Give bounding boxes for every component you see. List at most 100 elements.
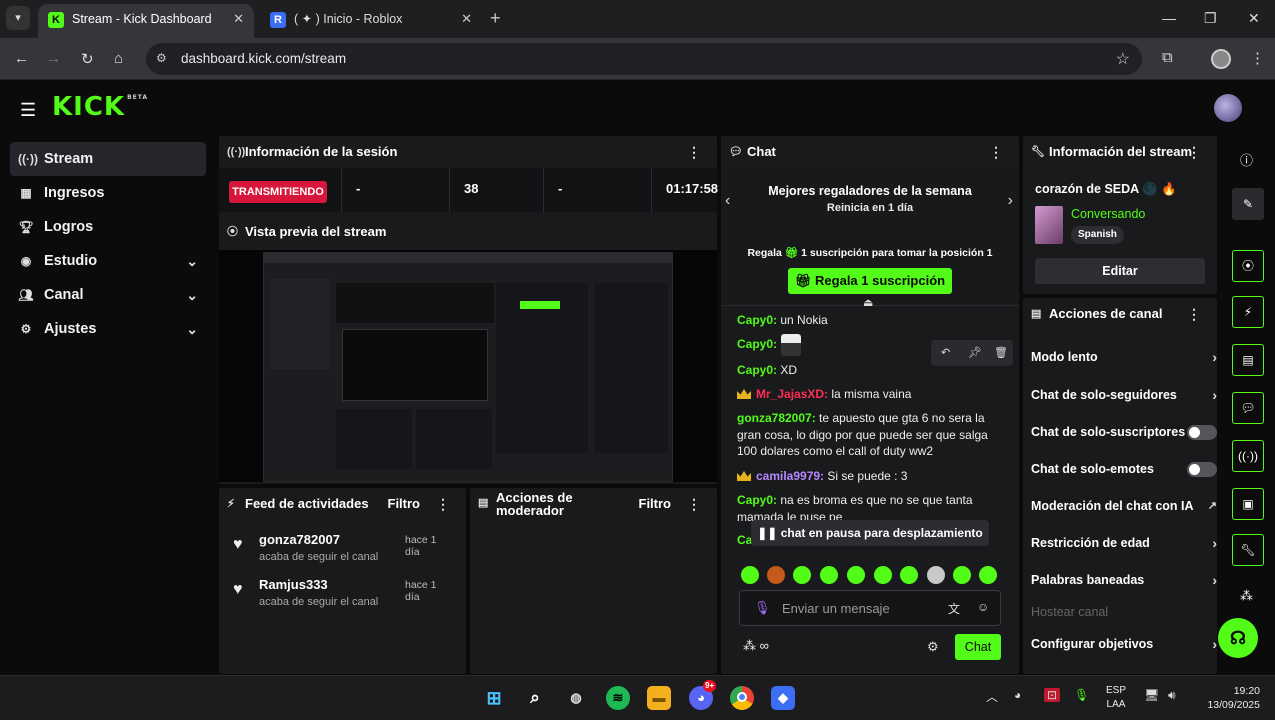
system-clock[interactable]: 19:20 13/09/2025 <box>1196 684 1260 712</box>
chat-username[interactable]: gonza782007: <box>737 411 816 425</box>
chat-username[interactable]: camila9979: <box>756 469 824 483</box>
chat-username[interactable]: Capy0: <box>737 337 777 351</box>
new-tab-icon[interactable]: + <box>490 8 501 29</box>
emotes-only-toggle[interactable] <box>1187 462 1217 477</box>
more-options-icon[interactable]: ⋮ <box>436 488 450 520</box>
stream-preview[interactable] <box>219 250 717 482</box>
network-icon[interactable]: 🖥︎ <box>1144 688 1159 702</box>
discord-icon[interactable]: ◕ 9+ <box>689 680 717 710</box>
tray-chevron-icon[interactable]: ︿ <box>986 688 998 705</box>
window-close-icon[interactable]: ✕ <box>1248 10 1260 27</box>
filter-button[interactable]: Filtro <box>639 496 672 511</box>
tab-kick-dashboard[interactable]: K Stream - Kick Dashboard ✕ <box>38 4 254 38</box>
pin-icon[interactable]: 📌︎ <box>968 346 982 359</box>
apps-icon[interactable]: ⁂ <box>1240 588 1253 604</box>
sidebar-item-estudio[interactable]: ◉ Estudio ⌄ <box>10 244 206 278</box>
camera-icon[interactable]: ⦿ <box>1232 250 1264 282</box>
reload-icon[interactable]: ↻ <box>81 50 94 68</box>
user-avatar[interactable] <box>1214 94 1242 122</box>
sidebar-item-stream[interactable]: ((·)) Stream <box>10 142 206 176</box>
more-options-icon[interactable]: ⋮ <box>1187 298 1201 330</box>
undo-icon[interactable]: ↶ <box>941 346 950 359</box>
more-options-icon[interactable]: ⋮ <box>989 136 1003 168</box>
tab-roblox[interactable]: R ( ✦ ) Inicio - Roblox ✕ <box>260 4 482 38</box>
discord-tray-icon[interactable]: ◕ <box>1014 688 1021 702</box>
edit-stream-button[interactable]: Editar <box>1035 258 1205 284</box>
home-icon[interactable]: ⌂ <box>114 50 123 67</box>
folder-icon[interactable]: ▬ <box>647 686 671 710</box>
emote-icon[interactable] <box>953 566 971 584</box>
tab-search-icon[interactable]: ▾ <box>6 6 30 30</box>
chat-paused-banner[interactable]: ❚❚ chat en pausa para desplazamiento <box>751 520 989 546</box>
broadcast-icon[interactable]: ((·)) <box>1232 440 1264 472</box>
chat-settings-icon[interactable]: ⚙ <box>927 639 939 655</box>
maximize-icon[interactable]: ❐ <box>1204 10 1217 27</box>
emote-icon[interactable] <box>927 566 945 584</box>
close-icon[interactable]: ✕ <box>233 4 244 34</box>
sidebar-item-logros[interactable]: 🏆︎ Logros <box>10 210 206 244</box>
layout-icon[interactable]: ▣ <box>1232 488 1264 520</box>
stream-category[interactable]: Conversando <box>1071 207 1145 221</box>
action-ai-moderation[interactable]: Moderación del chat con IA ↗ <box>1031 496 1217 516</box>
document-icon[interactable]: ▤ <box>1232 344 1264 376</box>
emote-icon[interactable] <box>820 566 838 584</box>
chat-bubble-icon[interactable]: 💬︎ <box>1232 392 1264 424</box>
trash-icon[interactable]: 🗑︎ <box>994 346 1008 359</box>
windows-start-icon[interactable]: ⊞ <box>482 686 506 710</box>
subscribers-only-toggle[interactable] <box>1187 425 1217 440</box>
points-icon[interactable]: ⁂ ∞ <box>743 638 769 654</box>
hamburger-menu-icon[interactable]: ☰ <box>20 100 36 121</box>
more-options-icon[interactable]: ⋮ <box>687 496 701 513</box>
emote-icon[interactable] <box>874 566 892 584</box>
feed-username[interactable]: gonza782007 <box>259 532 340 547</box>
profile-avatar[interactable] <box>1211 49 1231 69</box>
url-input[interactable]: ⚙ dashboard.kick.com/stream ☆ <box>146 43 1142 75</box>
action-banned-words[interactable]: Palabras baneadas › <box>1031 570 1217 590</box>
back-icon[interactable]: ← <box>14 50 29 67</box>
keyboard-layout[interactable]: ESP LAA <box>1106 684 1126 712</box>
sidebar-item-ingresos[interactable]: ▦ Ingresos <box>10 176 206 210</box>
action-followers-only[interactable]: Chat de solo-seguidores › <box>1031 385 1217 405</box>
spotify-icon[interactable]: ≋ <box>606 686 630 710</box>
action-age-restriction[interactable]: Restricción de edad › <box>1031 533 1217 553</box>
emoji-icon[interactable]: ☺ <box>977 600 989 614</box>
support-headset-icon[interactable]: ☊ <box>1218 618 1258 658</box>
more-options-icon[interactable]: ⋮ <box>1187 136 1201 168</box>
roblox-icon[interactable]: ◆ <box>771 686 795 710</box>
chat-message-input[interactable]: 🎙︎ Enviar un mensaje 文 ☺ <box>739 590 1001 626</box>
chat-username[interactable]: Capy0: <box>737 313 777 327</box>
action-slow-mode[interactable]: Modo lento › <box>1031 347 1217 367</box>
emote-icon[interactable] <box>767 566 785 584</box>
sidebar-item-ajustes[interactable]: ⚙ Ajustes ⌄ <box>10 312 206 346</box>
emote-icon[interactable] <box>793 566 811 584</box>
microphone-icon[interactable]: 🎙︎ <box>754 600 771 616</box>
sidebar-item-canal[interactable]: 👥︎ Canal ⌄ <box>10 278 206 312</box>
forward-icon[interactable]: → <box>46 50 61 67</box>
search-icon[interactable]: ⌕ <box>523 686 547 710</box>
chat-username[interactable]: Mr_JajasXD: <box>756 387 828 401</box>
send-chat-button[interactable]: Chat <box>955 634 1001 660</box>
volume-icon[interactable]: 🔊︎ <box>1168 688 1176 703</box>
emote-icon[interactable] <box>900 566 918 584</box>
browser-menu-icon[interactable]: ⋮ <box>1250 49 1265 67</box>
feed-username[interactable]: Ramjus333 <box>259 577 328 592</box>
edit-pencil-icon[interactable]: ✎ <box>1232 188 1264 220</box>
kick-logo[interactable]: KICK BETA <box>52 92 148 122</box>
app-icon[interactable]: ◍ <box>564 686 588 710</box>
more-options-icon[interactable]: ⋮ <box>687 136 701 168</box>
emote-icon[interactable] <box>847 566 865 584</box>
emote-icon[interactable] <box>741 566 759 584</box>
chat-username[interactable]: Capy0: <box>737 363 777 377</box>
tray-app-icon[interactable]: ⊡ <box>1044 688 1061 702</box>
emote-icon[interactable] <box>979 566 997 584</box>
site-info-icon[interactable]: ⚙ <box>156 51 167 65</box>
wrench-icon[interactable]: 🔧︎ <box>1232 534 1264 566</box>
translate-icon[interactable]: 文 <box>948 600 960 617</box>
gift-subscription-button[interactable]: 🎁︎ Regala 1 suscripción <box>788 268 952 294</box>
lightning-icon[interactable]: ⚡︎ <box>1232 296 1264 328</box>
close-icon[interactable]: ✕ <box>461 4 472 34</box>
microphone-tray-icon[interactable]: 🎙︎ <box>1074 688 1089 702</box>
filter-button[interactable]: Filtro <box>388 488 421 520</box>
extensions-icon[interactable]: ⧉ <box>1162 49 1173 66</box>
chat-username[interactable]: Capy0: <box>737 493 777 507</box>
